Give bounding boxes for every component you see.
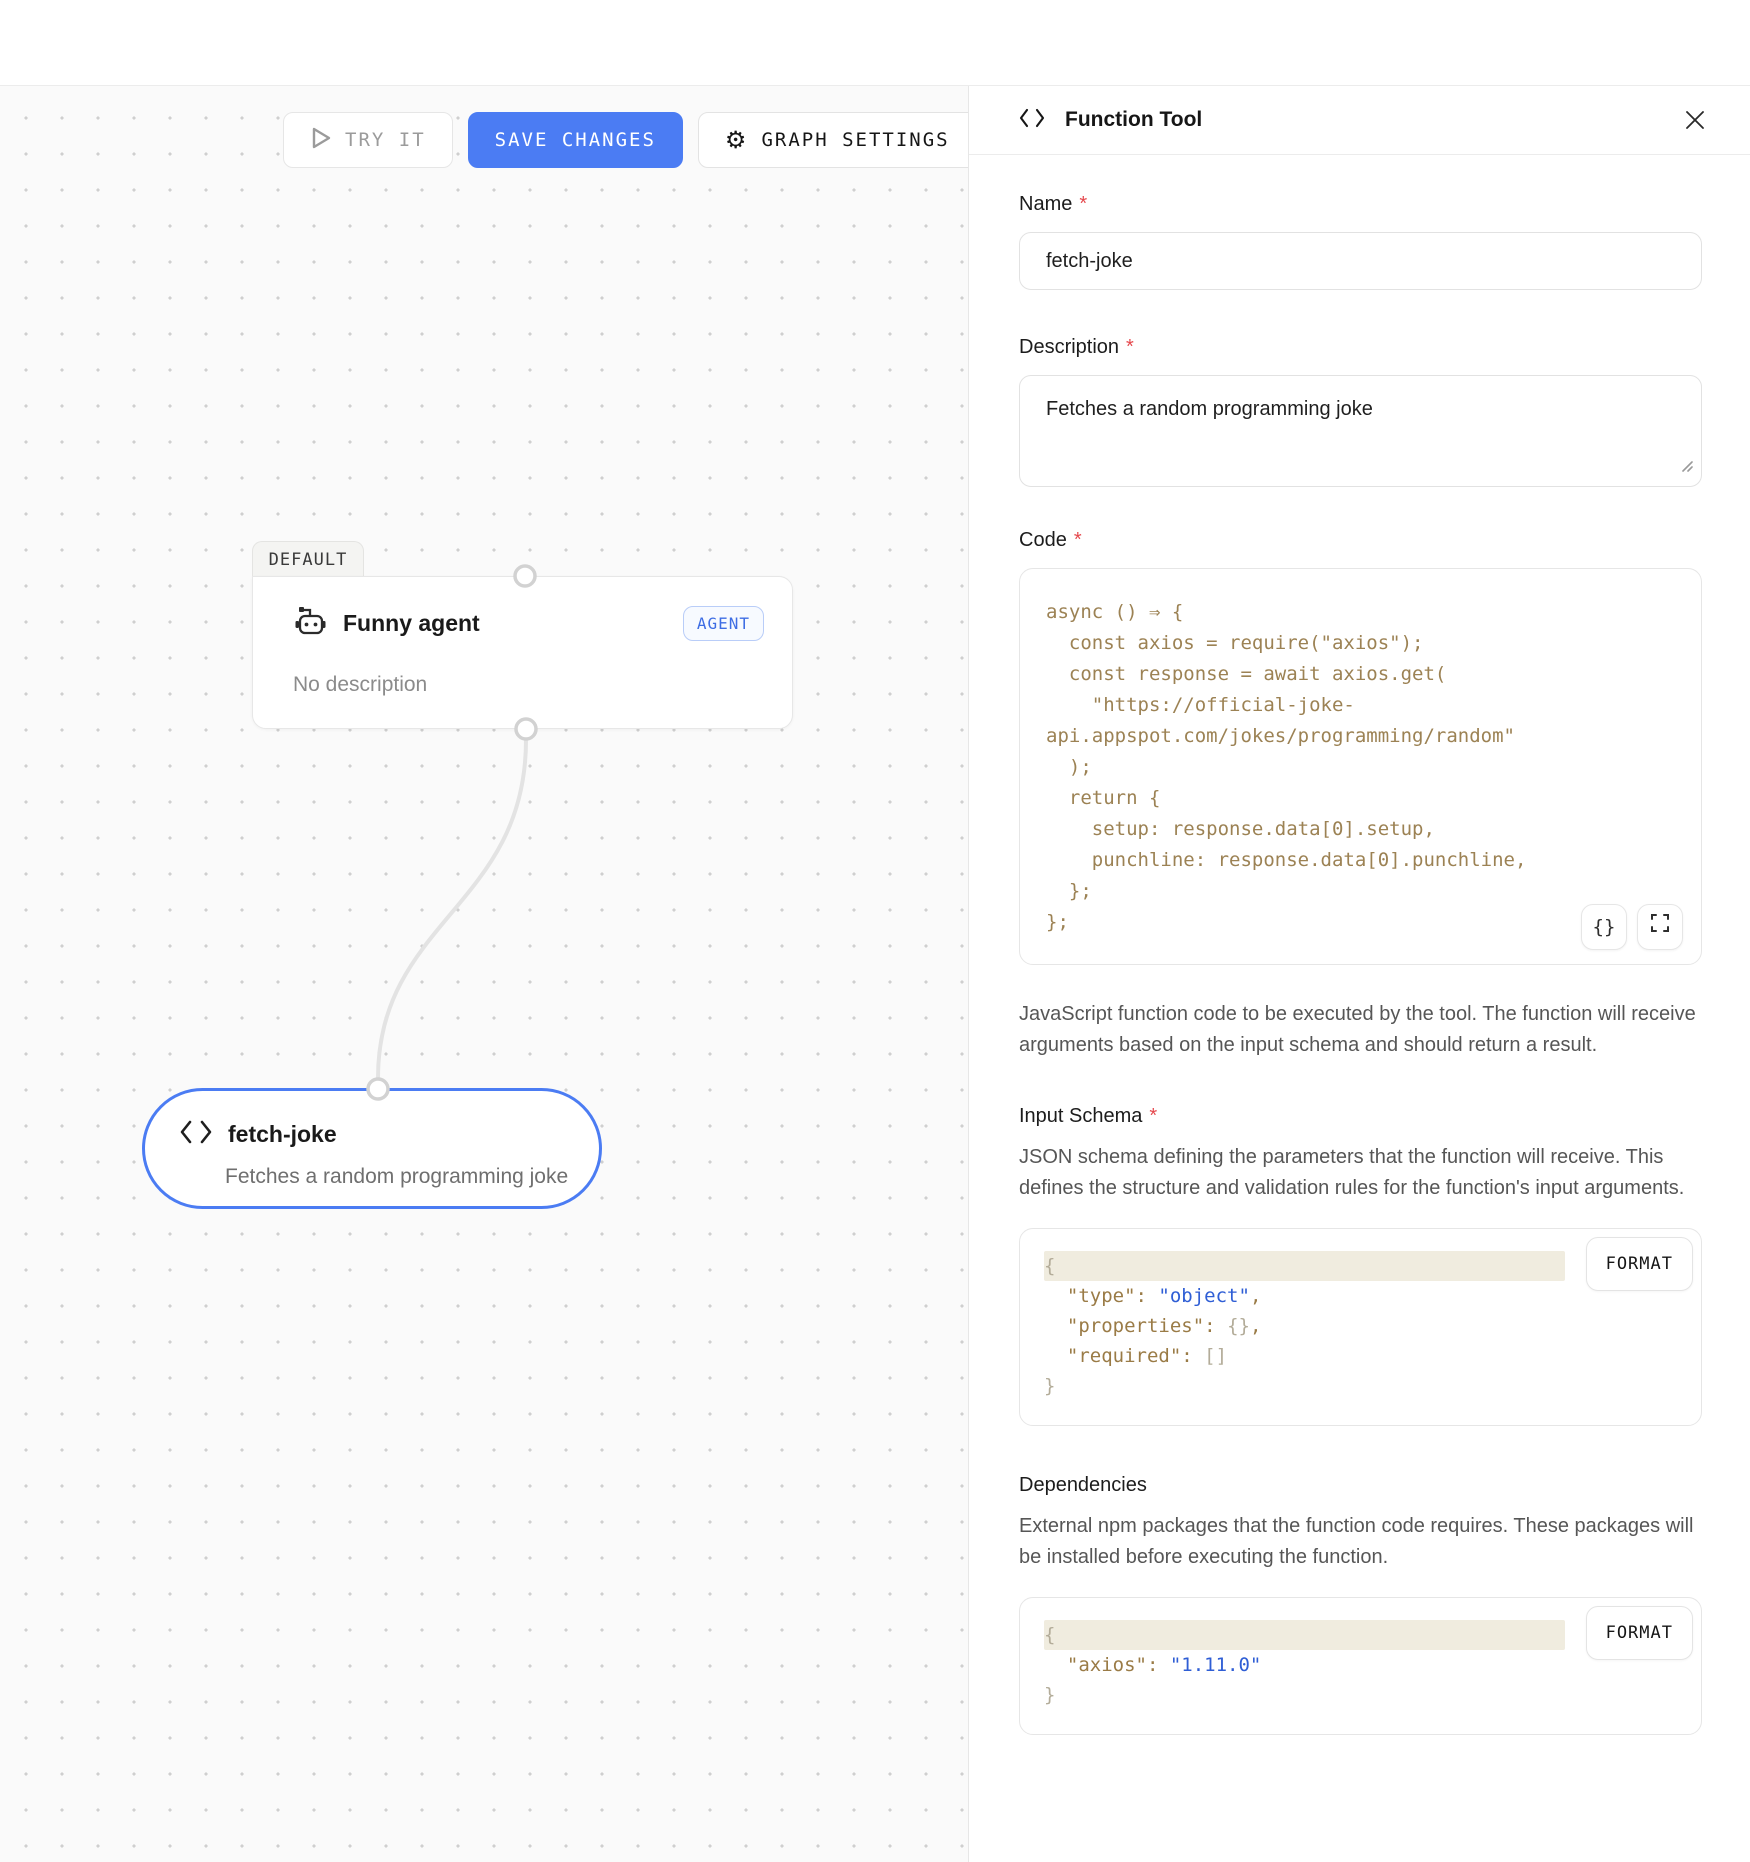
graph-canvas[interactable]: TRY IT SAVE CHANGES ⚙ GRAPH SETTINGS DEF… [0,86,968,1862]
graph-settings-button[interactable]: ⚙ GRAPH SETTINGS [698,112,968,168]
agent-to-tool-edge [378,740,526,1078]
default-tab-label: DEFAULT [269,550,348,570]
save-changes-label: SAVE CHANGES [495,129,656,151]
tool-node-title: fetch-joke [228,1121,337,1148]
tool-node-description: Fetches a random programming joke [225,1165,568,1189]
canvas-toolbar: TRY IT SAVE CHANGES ⚙ GRAPH SETTINGS [283,112,968,168]
expand-fullscreen-button[interactable] [1637,904,1683,950]
input-schema-editor[interactable]: { "type": "object", "properties": {}, "r… [1019,1228,1702,1426]
name-label: Name* [1019,193,1702,216]
try-it-label: TRY IT [345,129,426,151]
format-button[interactable]: FORMAT [1586,1606,1693,1660]
description-value: Fetches a random programming joke [1046,398,1373,420]
panel-header: Function Tool [969,86,1750,155]
input-schema-content: { "type": "object", "properties": {}, "r… [1044,1251,1677,1401]
save-changes-button[interactable]: SAVE CHANGES [468,112,683,168]
format-braces-button[interactable]: {} [1581,904,1627,950]
fullscreen-icon [1650,912,1670,943]
agent-node-default-tab[interactable]: DEFAULT [252,541,364,577]
code-icon [1019,108,1045,133]
description-label: Description* [1019,336,1702,359]
tool-node-fetch-joke[interactable]: fetch-joke Fetches a random programming … [142,1088,602,1209]
braces-icon: {} [1593,912,1616,943]
dependencies-label: Dependencies [1019,1474,1702,1497]
code-help-text: JavaScript function code to be executed … [1019,999,1702,1061]
agent-node-description: No description [293,673,427,697]
code-content: async () ⇒ { const axios = require("axio… [1046,597,1677,938]
close-icon[interactable] [1680,105,1710,135]
dependencies-editor[interactable]: { "axios": "1.11.0"} FORMAT [1019,1597,1702,1735]
play-icon [310,126,332,155]
gear-icon: ⚙ [725,128,749,152]
agent-node-title: Funny agent [343,610,480,637]
graph-settings-label: GRAPH SETTINGS [761,129,949,151]
required-asterisk: * [1074,529,1082,552]
required-asterisk: * [1079,193,1087,216]
robot-icon [293,605,327,642]
dependencies-content: { "axios": "1.11.0"} [1044,1620,1677,1710]
name-value: fetch-joke [1046,250,1133,273]
edge-layer [0,86,968,1862]
code-label: Code* [1019,529,1702,552]
agent-node[interactable]: Funny agent AGENT No description [252,576,793,729]
agent-type-badge: AGENT [683,606,764,641]
input-schema-label: Input Schema* [1019,1105,1702,1128]
description-textarea[interactable]: Fetches a random programming joke [1019,375,1702,487]
input-schema-help-text: JSON schema defining the parameters that… [1019,1142,1702,1204]
required-asterisk: * [1149,1105,1157,1128]
name-input[interactable]: fetch-joke [1019,232,1702,290]
dependencies-help-text: External npm packages that the function … [1019,1511,1702,1573]
required-asterisk: * [1126,336,1134,359]
top-bar [0,0,1750,86]
panel-title: Function Tool [1065,108,1202,132]
code-icon [179,1119,213,1150]
function-tool-panel: Function Tool Name* fetch-joke Descripti… [968,86,1750,1862]
resize-handle-icon[interactable] [1679,455,1693,478]
format-button[interactable]: FORMAT [1586,1237,1693,1291]
try-it-button[interactable]: TRY IT [283,112,453,168]
code-editor[interactable]: async () ⇒ { const axios = require("axio… [1019,568,1702,965]
